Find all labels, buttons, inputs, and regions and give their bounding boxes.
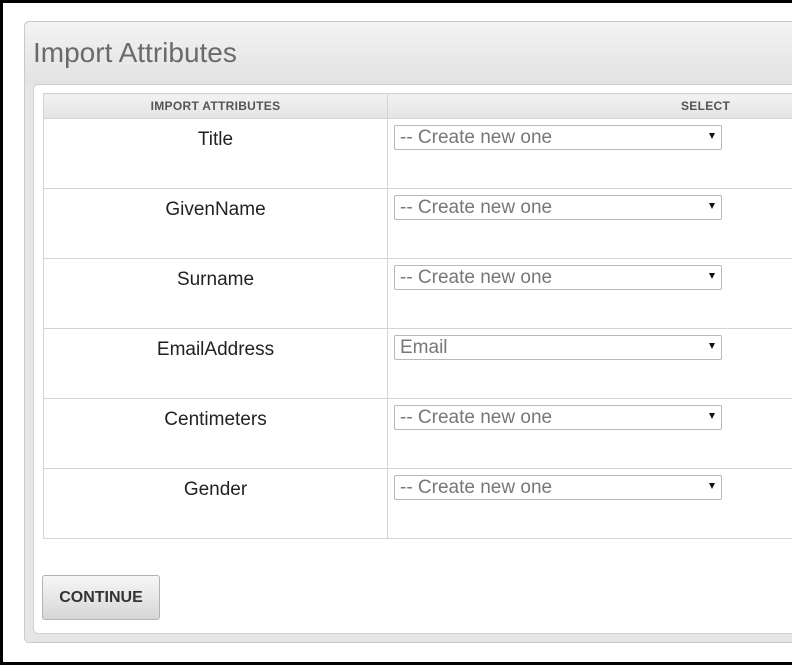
- table-row: Surname -- Create new one: [43, 258, 792, 329]
- table-row: Title -- Create new one: [43, 118, 792, 189]
- panel-title: Import Attributes: [33, 37, 237, 68]
- dropdown-arrow-icon: [709, 203, 715, 209]
- dropdown-arrow-icon: [709, 483, 715, 489]
- panel-header: Import Attributes: [25, 22, 792, 84]
- attribute-mapping-select[interactable]: Email: [394, 335, 722, 360]
- attribute-name: GivenName: [165, 199, 266, 220]
- column-header-select: SELECT: [387, 93, 792, 119]
- select-cell: -- Create new one: [387, 258, 792, 329]
- attribute-name: Gender: [183, 479, 248, 500]
- select-cell: -- Create new one: [387, 118, 792, 189]
- continue-button[interactable]: CONTINUE: [42, 575, 160, 620]
- table-row: Gender -- Create new one: [43, 468, 792, 539]
- attribute-mapping-select[interactable]: -- Create new one: [394, 265, 722, 290]
- attribute-mapping-select[interactable]: -- Create new one: [394, 475, 722, 500]
- attribute-name-cell: GivenName: [43, 188, 388, 259]
- select-value: -- Create new one: [400, 477, 553, 498]
- attribute-name-cell: Title: [43, 118, 388, 189]
- attribute-name: Surname: [176, 269, 255, 290]
- dropdown-arrow-icon: [709, 273, 715, 279]
- column-header-import-attributes: IMPORT ATTRIBUTES: [43, 93, 388, 119]
- window-frame: Import Attributes IMPORT ATTRIBUTES SELE…: [0, 0, 792, 665]
- table-header-row: IMPORT ATTRIBUTES SELECT: [43, 93, 792, 119]
- select-cell: -- Create new one: [387, 468, 792, 539]
- table-row: EmailAddress Email: [43, 328, 792, 399]
- attribute-mapping-select[interactable]: -- Create new one: [394, 125, 722, 150]
- attribute-name-cell: EmailAddress: [43, 328, 388, 399]
- attribute-mapping-select[interactable]: -- Create new one: [394, 195, 722, 220]
- attribute-name-cell: Centimeters: [43, 398, 388, 469]
- attribute-name-cell: Surname: [43, 258, 388, 329]
- table-row: GivenName -- Create new one: [43, 188, 792, 259]
- dropdown-arrow-icon: [709, 133, 715, 139]
- select-value: -- Create new one: [400, 407, 553, 428]
- select-cell: Email: [387, 328, 792, 399]
- select-cell: -- Create new one: [387, 188, 792, 259]
- select-value: Email: [400, 337, 448, 358]
- dropdown-arrow-icon: [709, 343, 715, 349]
- attribute-name: Title: [197, 129, 234, 150]
- dropdown-arrow-icon: [709, 413, 715, 419]
- attribute-name: EmailAddress: [156, 339, 275, 360]
- import-attributes-panel: Import Attributes IMPORT ATTRIBUTES SELE…: [24, 21, 792, 643]
- select-value: -- Create new one: [400, 267, 553, 288]
- table-row: Centimeters -- Create new one: [43, 398, 792, 469]
- attribute-name-cell: Gender: [43, 468, 388, 539]
- select-value: -- Create new one: [400, 127, 553, 148]
- select-value: -- Create new one: [400, 197, 553, 218]
- attribute-name: Centimeters: [164, 409, 267, 430]
- import-attributes-table: IMPORT ATTRIBUTES SELECT Title -- Create…: [43, 93, 792, 539]
- attribute-mapping-select[interactable]: -- Create new one: [394, 405, 722, 430]
- panel-body: IMPORT ATTRIBUTES SELECT Title -- Create…: [33, 84, 792, 634]
- select-cell: -- Create new one: [387, 398, 792, 469]
